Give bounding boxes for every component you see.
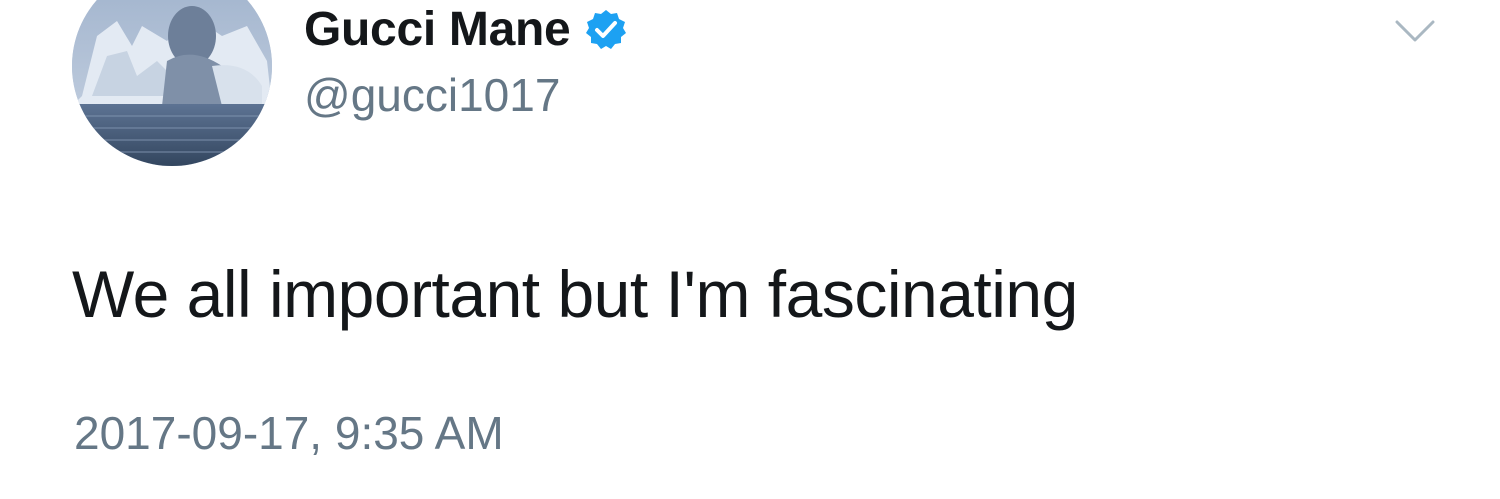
tweet-text: We all important but I'm fascinating [72,257,1078,331]
chevron-down-icon[interactable] [1394,18,1436,44]
avatar-image [72,0,272,166]
verified-badge-icon [584,8,628,52]
tweet-card: Gucci Mane @gucci1017 We all important b… [0,0,1500,499]
name-row: Gucci Mane [304,2,628,58]
display-name[interactable]: Gucci Mane [304,6,571,54]
user-handle[interactable]: @gucci1017 [304,72,560,118]
avatar[interactable] [72,0,272,166]
tweet-timestamp[interactable]: 2017-09-17, 9:35 AM [74,410,504,456]
